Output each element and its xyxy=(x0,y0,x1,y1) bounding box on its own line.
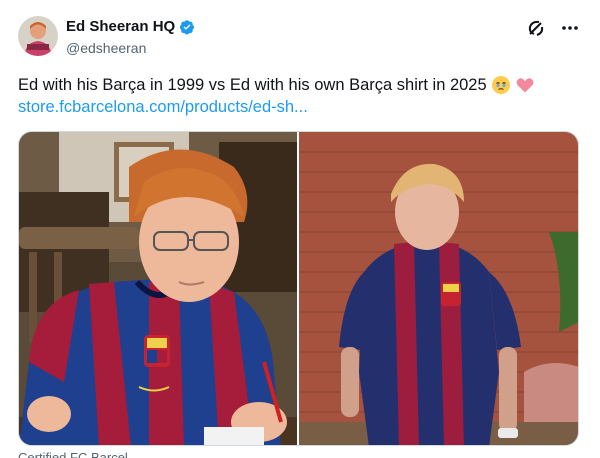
store-link[interactable]: store.fcbarcelona.com/products/ed-sh... xyxy=(18,96,308,118)
display-name-row[interactable]: Ed Sheeran HQ xyxy=(66,18,195,36)
grok-icon[interactable] xyxy=(526,18,546,38)
tweet-header: Ed Sheeran HQ @edsheeran xyxy=(14,12,586,60)
media-grid xyxy=(18,131,579,446)
tweet-text-row: Ed with his Barça in 1999 vs Ed with his… xyxy=(18,74,535,96)
more-options-icon[interactable] xyxy=(560,18,580,38)
photo-2025[interactable] xyxy=(299,132,578,445)
author-names: Ed Sheeran HQ @edsheeran xyxy=(66,18,195,57)
top-actions xyxy=(526,18,580,38)
author-handle[interactable]: @edsheeran xyxy=(66,39,195,57)
verified-badge-icon xyxy=(179,19,195,35)
photo-1999[interactable] xyxy=(19,132,297,445)
community-note-footer[interactable]: Certified FC Barcel... xyxy=(18,450,139,458)
face-holding-back-tears-icon xyxy=(491,75,511,95)
tweet-text: Ed with his Barça in 1999 vs Ed with his… xyxy=(18,76,487,94)
display-name[interactable]: Ed Sheeran HQ xyxy=(66,18,175,36)
footer-text: Certified FC Barcel... xyxy=(18,450,139,458)
avatar[interactable] xyxy=(18,16,58,56)
pink-heart-icon xyxy=(515,75,535,95)
